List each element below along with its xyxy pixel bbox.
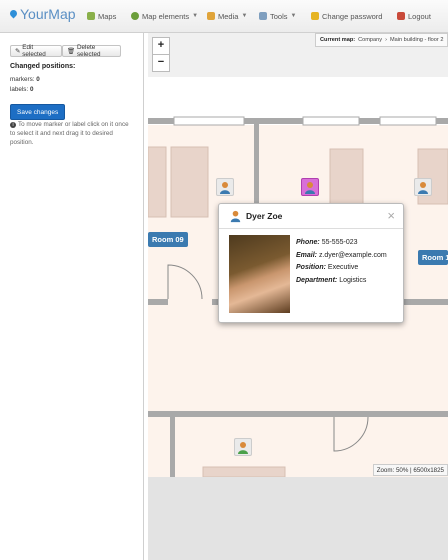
nav-logout[interactable]: Logout: [397, 0, 431, 32]
zoom-out-button[interactable]: −: [152, 54, 170, 72]
person-details: Phone: 55-555-023 Email: z.dyer@example.…: [296, 237, 387, 287]
chevron-down-icon: ▼: [241, 13, 248, 19]
edit-selected-button[interactable]: ✎ Edit selected: [10, 44, 62, 58]
email-value[interactable]: z.dyer@example.com: [319, 252, 387, 259]
nav-tools[interactable]: Tools ▼: [259, 0, 296, 32]
nav-map-elements-label: Map elements: [142, 11, 190, 21]
delete-selected-label: Delete selected: [77, 44, 101, 58]
markers-count-row: markers: 0: [10, 76, 40, 83]
info-icon: i: [10, 122, 16, 128]
lock-icon: [311, 12, 319, 20]
popup-header: Dyer Zoe ×: [219, 204, 403, 229]
nav-media-label: Media: [218, 11, 239, 21]
position-row: Position: Executive: [296, 262, 387, 275]
person-photo: [229, 235, 290, 313]
app-brand[interactable]: YourMap: [8, 6, 76, 22]
map-elements-icon: [131, 12, 139, 20]
labels-count-row: labels: 0: [10, 86, 33, 93]
chevron-down-icon: ▼: [192, 13, 199, 19]
nav-logout-label: Logout: [408, 11, 431, 21]
delete-selected-button[interactable]: 🗑 Delete selected: [62, 44, 121, 58]
zoom-in-button[interactable]: +: [152, 37, 170, 55]
email-row: Email: z.dyer@example.com: [296, 250, 387, 263]
person-icon: [305, 182, 315, 194]
media-icon: [207, 12, 215, 20]
zoom-status: Zoom: 50% | 6500x1825: [372, 464, 448, 476]
nav-change-password-label: Change password: [322, 11, 383, 21]
person-marker[interactable]: [234, 438, 252, 456]
nav-maps-label: Maps: [98, 11, 117, 21]
phone-label: Phone:: [296, 239, 320, 246]
chevron-down-icon: ▼: [290, 13, 297, 19]
markers-count: 0: [36, 76, 40, 83]
room-label-09[interactable]: Room 09: [148, 232, 188, 247]
position-value: Executive: [327, 264, 359, 271]
pencil-icon: ✎: [15, 47, 21, 55]
person-marker[interactable]: [414, 178, 432, 196]
changed-positions-title: Changed positions:: [10, 63, 76, 70]
tools-icon: [259, 12, 267, 20]
email-label: Email:: [296, 251, 318, 259]
current-map-label: Current map:: [320, 37, 356, 43]
person-popup: Dyer Zoe × Phone: 55-555-023 Email: z.dy…: [218, 203, 404, 323]
department-value: Logistics: [339, 276, 367, 284]
nav-tools-label: Tools: [270, 11, 288, 21]
map-viewport[interactable]: + − Current map: Company › Main building…: [148, 33, 448, 560]
logout-icon: [397, 12, 405, 20]
move-hint: i To move marker or label click on it onc…: [10, 120, 134, 147]
markers-label: markers:: [10, 76, 35, 83]
popup-person-name: Dyer Zoe: [246, 211, 283, 221]
breadcrumb-separator: ›: [385, 37, 387, 43]
department-row: Department: Logistics: [296, 275, 387, 288]
maps-icon: [87, 12, 95, 20]
nav-media[interactable]: Media ▼: [207, 0, 247, 32]
sidebar: ✎ Edit selected 🗑 Delete selected Change…: [0, 33, 144, 560]
phone-value: 55-555-023: [321, 239, 358, 246]
move-hint-text: To move marker or label click on it once…: [10, 121, 129, 146]
person-icon: [418, 182, 428, 194]
save-changes-button[interactable]: Save changes: [10, 104, 66, 120]
position-label: Position:: [296, 264, 326, 271]
nav-maps[interactable]: Maps: [87, 0, 116, 32]
nav-change-password[interactable]: Change password: [311, 0, 382, 32]
phone-row: Phone: 55-555-023: [296, 237, 387, 250]
nav-map-elements[interactable]: Map elements ▼: [131, 0, 198, 32]
current-map-breadcrumb: Current map: Company › Main building - f…: [315, 33, 448, 47]
person-marker[interactable]: [216, 178, 234, 196]
brand-name: YourMap: [20, 6, 76, 22]
trash-icon: 🗑: [67, 48, 75, 55]
top-navbar: YourMap Maps Map elements ▼ Media ▼ Tool…: [0, 0, 448, 33]
department-label: Department:: [296, 276, 338, 284]
room-label-right[interactable]: Room 1: [418, 250, 448, 265]
person-icon: [230, 210, 241, 223]
labels-count: 0: [29, 86, 34, 93]
labels-label: labels:: [10, 86, 29, 93]
edit-selected-label: Edit selected: [22, 44, 46, 58]
map-pin-icon: [8, 8, 19, 18]
person-icon: [220, 182, 230, 194]
close-icon[interactable]: ×: [387, 208, 395, 223]
breadcrumb-floor[interactable]: Main building - floor 2: [390, 37, 443, 43]
breadcrumb-company[interactable]: Company: [358, 37, 382, 43]
person-marker-selected[interactable]: [301, 178, 319, 196]
person-icon: [238, 442, 248, 454]
